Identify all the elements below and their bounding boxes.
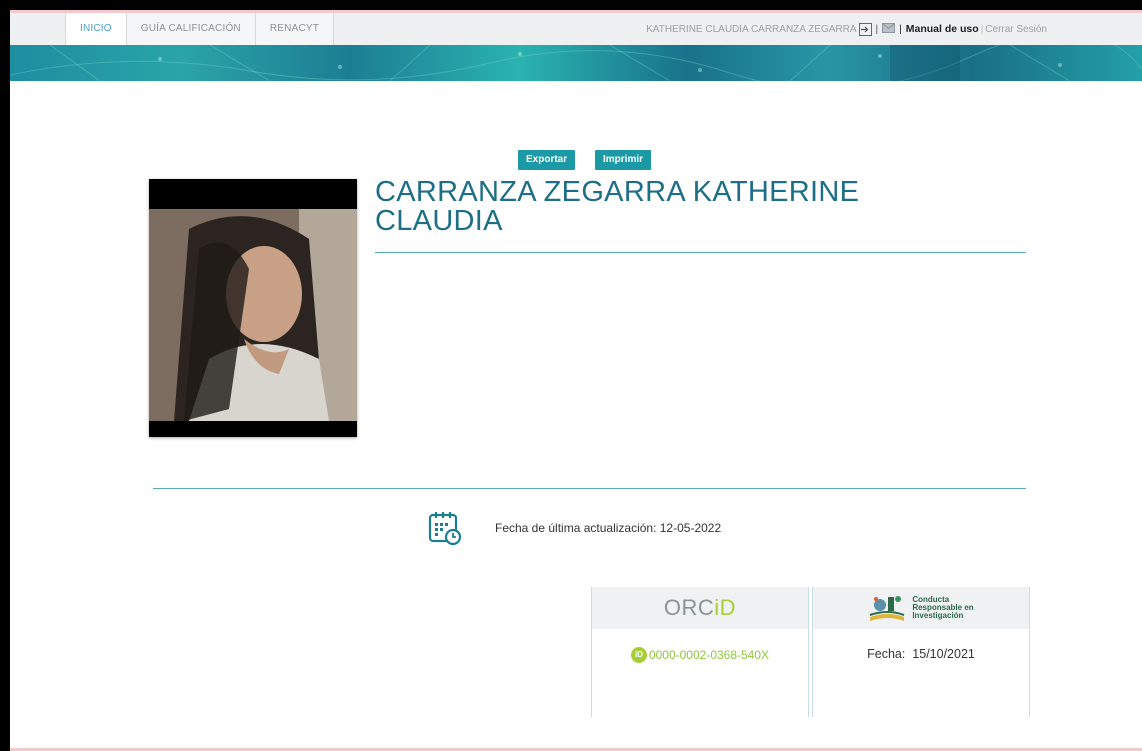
nav-separator: | xyxy=(875,23,879,35)
user-name-link[interactable]: KATHERINE CLAUDIA CARRANZA ZEGARRA xyxy=(646,24,856,35)
orcid-number: 0000-0002-0368-540X xyxy=(648,648,770,662)
profile-name: CARRANZA ZEGARRA KATHERINE CLAUDIA xyxy=(375,178,1035,236)
crl-date: Fecha: 15/10/2021 xyxy=(813,647,1029,661)
mail-icon[interactable] xyxy=(882,22,896,36)
calendar-clock-icon xyxy=(428,510,462,546)
nav-separator-2: | xyxy=(899,23,902,35)
profile-enter-icon[interactable] xyxy=(858,22,872,36)
orcid-card-header: ORCiD xyxy=(592,587,808,629)
profile-photo xyxy=(149,179,357,437)
crl-date-label: Fecha: xyxy=(867,647,906,661)
profile-photo-image xyxy=(149,209,357,421)
orcid-card: ORCiD iD 0000-0002-0368-540X xyxy=(591,587,809,717)
last-update-text: Fecha de última actualización: 12-05-202… xyxy=(495,521,722,535)
manual-link[interactable]: Manual de uso xyxy=(906,23,979,35)
orcid-id-link[interactable]: iD 0000-0002-0368-540X xyxy=(592,647,808,663)
export-button[interactable]: Exportar xyxy=(518,150,576,170)
header-banner xyxy=(10,45,1142,81)
logout-link[interactable]: Cerrar Sesión xyxy=(985,24,1047,35)
nav-user-area: KATHERINE CLAUDIA CARRANZA ZEGARRA | | M… xyxy=(646,13,1047,45)
crl-card: Conducta Responsable en Investigación Fe… xyxy=(812,587,1030,717)
title-divider xyxy=(375,252,1026,253)
profile-name-line1: CARRANZA ZEGARRA KATHERINE xyxy=(375,176,860,208)
crl-card-header: Conducta Responsable en Investigación xyxy=(813,587,1029,629)
page-frame: INICIO GUÍA CALIFICACIÓN RENACYT KATHERI… xyxy=(10,10,1142,751)
nav-tabs: INICIO GUÍA CALIFICACIÓN RENACYT xyxy=(65,13,335,45)
crl-title: Conducta Responsable en Investigación xyxy=(912,595,974,620)
section-divider xyxy=(153,488,1026,489)
crl-emblem-icon xyxy=(869,596,905,621)
profile-name-line2: CLAUDIA xyxy=(375,205,503,237)
top-nav: INICIO GUÍA CALIFICACIÓN RENACYT KATHERI… xyxy=(10,13,1142,46)
orcid-logo: ORCiD xyxy=(663,595,737,620)
orcid-id-icon: iD xyxy=(630,647,647,663)
nav-separator-3: | xyxy=(980,23,984,35)
tab-guia-calificacion[interactable]: GUÍA CALIFICACIÓN xyxy=(125,13,255,45)
crl-logo: Conducta Responsable en Investigación xyxy=(868,593,974,623)
print-button[interactable]: Imprimir xyxy=(595,150,652,170)
tab-inicio[interactable]: INICIO xyxy=(65,13,126,45)
crl-date-value: 15/10/2021 xyxy=(912,647,975,661)
tab-renacyt[interactable]: RENACYT xyxy=(254,13,335,45)
